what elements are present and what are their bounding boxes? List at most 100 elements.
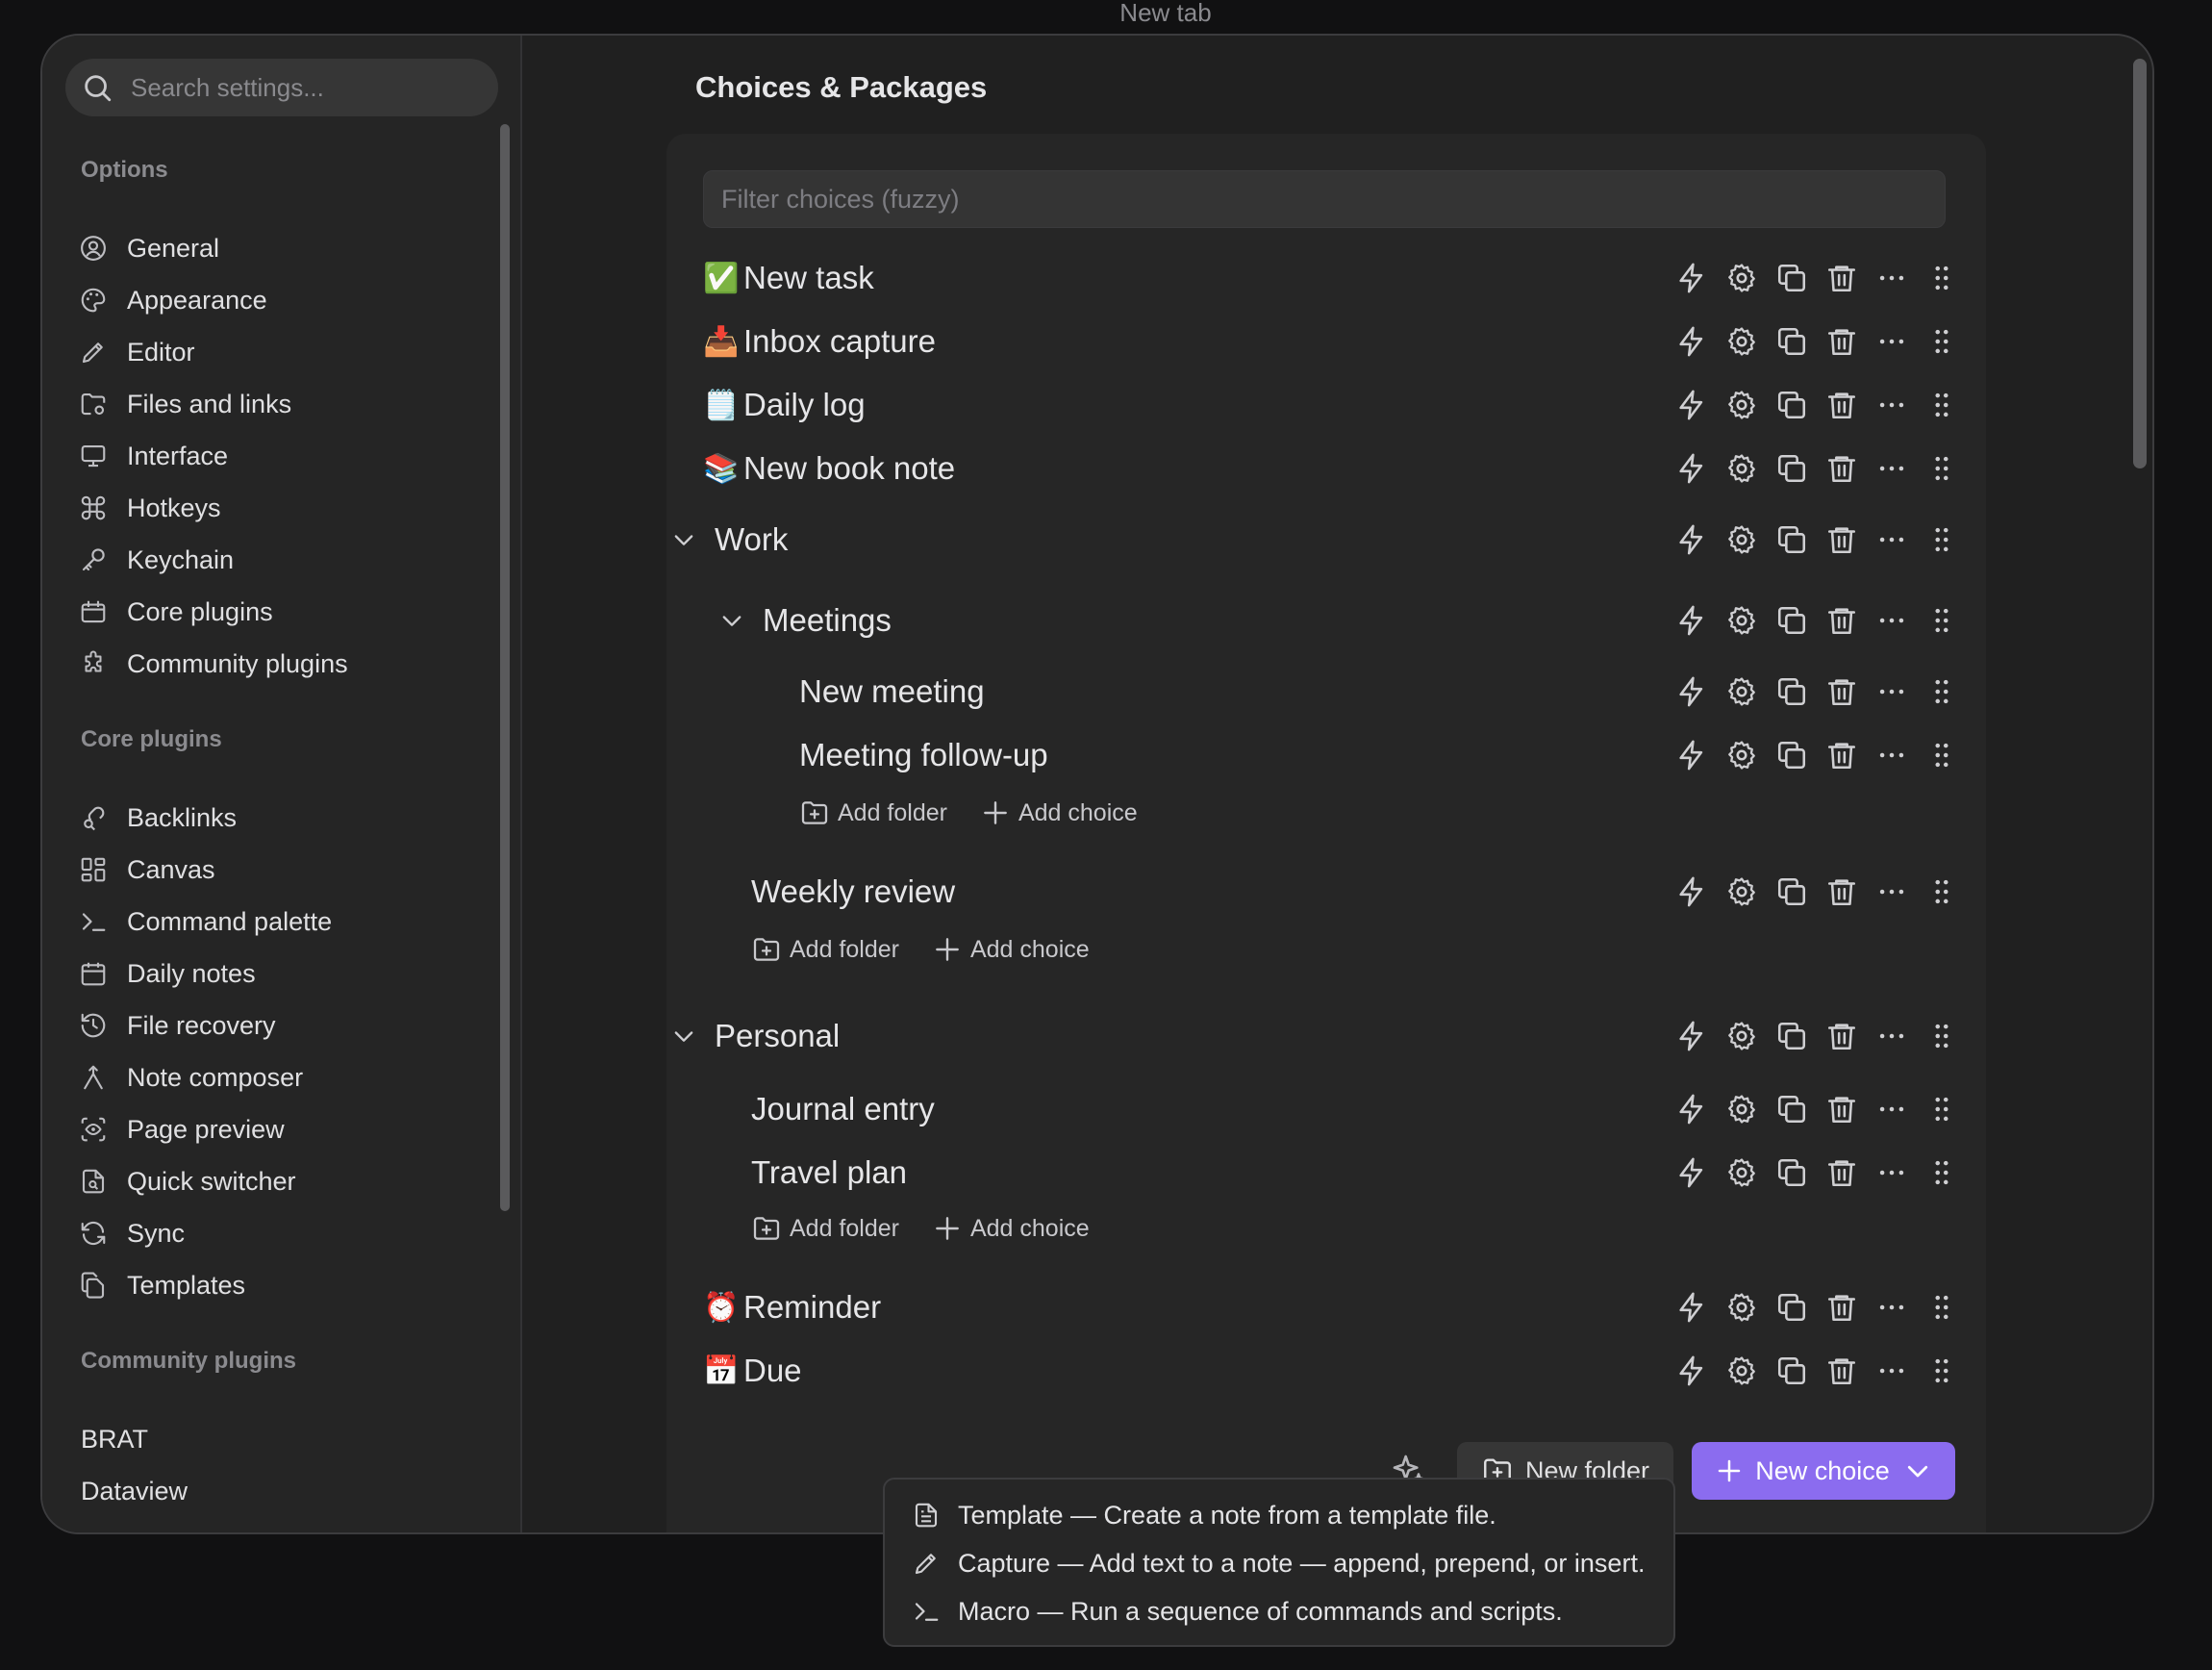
sidebar-item-folder-notes[interactable]: Folder notes <box>79 1517 483 1533</box>
duplicate-button[interactable] <box>1767 736 1817 774</box>
drag-handle[interactable] <box>1917 386 1967 424</box>
sidebar-item-interface[interactable]: Interface <box>79 430 483 482</box>
sidebar-item-dataview[interactable]: Dataview <box>79 1465 483 1517</box>
delete-button[interactable] <box>1817 1017 1867 1055</box>
run-button[interactable] <box>1667 1090 1717 1128</box>
add-choice-button[interactable]: Add choice <box>932 934 1090 965</box>
sidebar-item-core-plugins[interactable]: Core plugins <box>79 586 483 638</box>
folder-label[interactable]: Work <box>715 521 788 558</box>
more-button[interactable] <box>1867 1090 1917 1128</box>
choice-label[interactable]: Due <box>743 1353 802 1389</box>
settings-button[interactable] <box>1717 322 1767 361</box>
sidebar-item-daily-notes[interactable]: Daily notes <box>79 948 483 999</box>
run-button[interactable] <box>1667 601 1717 640</box>
delete-button[interactable] <box>1817 1288 1867 1327</box>
sidebar-item-templates[interactable]: Templates <box>79 1259 483 1311</box>
delete-button[interactable] <box>1817 1153 1867 1192</box>
duplicate-button[interactable] <box>1767 1090 1817 1128</box>
sidebar-item-backlinks[interactable]: Backlinks <box>79 792 483 844</box>
add-choice-button[interactable]: Add choice <box>980 797 1138 828</box>
drag-handle[interactable] <box>1917 736 1967 774</box>
duplicate-button[interactable] <box>1767 449 1817 488</box>
more-button[interactable] <box>1867 1017 1917 1055</box>
drag-handle[interactable] <box>1917 322 1967 361</box>
more-button[interactable] <box>1867 601 1917 640</box>
sidebar-item-files-and-links[interactable]: Files and links <box>79 378 483 430</box>
delete-button[interactable] <box>1817 259 1867 297</box>
delete-button[interactable] <box>1817 449 1867 488</box>
run-button[interactable] <box>1667 386 1717 424</box>
sidebar-item-hotkeys[interactable]: Hotkeys <box>79 482 483 534</box>
run-button[interactable] <box>1667 736 1717 774</box>
drag-handle[interactable] <box>1917 1352 1967 1390</box>
run-button[interactable] <box>1667 873 1717 911</box>
settings-button[interactable] <box>1717 1352 1767 1390</box>
run-button[interactable] <box>1667 672 1717 711</box>
chevron-down-icon[interactable] <box>670 526 697 553</box>
drag-handle[interactable] <box>1917 520 1967 559</box>
sidebar-scrollbar[interactable] <box>500 124 510 1211</box>
delete-button[interactable] <box>1817 873 1867 911</box>
drag-handle[interactable] <box>1917 873 1967 911</box>
more-button[interactable] <box>1867 449 1917 488</box>
sidebar-item-general[interactable]: General <box>79 222 483 274</box>
choice-label[interactable]: Reminder <box>743 1289 881 1326</box>
duplicate-button[interactable] <box>1767 386 1817 424</box>
run-button[interactable] <box>1667 259 1717 297</box>
drag-handle[interactable] <box>1917 449 1967 488</box>
delete-button[interactable] <box>1817 1090 1867 1128</box>
run-button[interactable] <box>1667 1017 1717 1055</box>
more-button[interactable] <box>1867 1288 1917 1327</box>
chevron-down-icon[interactable] <box>670 1023 697 1050</box>
choice-label[interactable]: Meeting follow-up <box>799 737 1048 773</box>
more-button[interactable] <box>1867 1153 1917 1192</box>
sidebar-item-page-preview[interactable]: Page preview <box>79 1103 483 1155</box>
settings-button[interactable] <box>1717 386 1767 424</box>
add-folder-button[interactable]: Add folder <box>751 1213 899 1244</box>
menu-item-capture[interactable]: Capture — Add text to a note — append, p… <box>885 1539 1673 1587</box>
more-button[interactable] <box>1867 520 1917 559</box>
add-folder-button[interactable]: Add folder <box>751 934 899 965</box>
drag-handle[interactable] <box>1917 672 1967 711</box>
settings-button[interactable] <box>1717 520 1767 559</box>
search-input[interactable] <box>131 72 477 103</box>
drag-handle[interactable] <box>1917 1288 1967 1327</box>
delete-button[interactable] <box>1817 736 1867 774</box>
sidebar-item-note-composer[interactable]: Note composer <box>79 1051 483 1103</box>
drag-handle[interactable] <box>1917 601 1967 640</box>
choice-label[interactable]: New meeting <box>799 673 985 710</box>
delete-button[interactable] <box>1817 520 1867 559</box>
more-button[interactable] <box>1867 736 1917 774</box>
drag-handle[interactable] <box>1917 1153 1967 1192</box>
choice-label[interactable]: Inbox capture <box>743 323 936 360</box>
settings-button[interactable] <box>1717 1017 1767 1055</box>
settings-button[interactable] <box>1717 1090 1767 1128</box>
delete-button[interactable] <box>1817 322 1867 361</box>
more-button[interactable] <box>1867 322 1917 361</box>
sidebar-item-file-recovery[interactable]: File recovery <box>79 999 483 1051</box>
duplicate-button[interactable] <box>1767 520 1817 559</box>
duplicate-button[interactable] <box>1767 322 1817 361</box>
settings-button[interactable] <box>1717 449 1767 488</box>
run-button[interactable] <box>1667 1288 1717 1327</box>
menu-item-macro[interactable]: Macro — Run a sequence of commands and s… <box>885 1587 1673 1635</box>
folder-label[interactable]: Meetings <box>763 602 892 639</box>
more-button[interactable] <box>1867 873 1917 911</box>
duplicate-button[interactable] <box>1767 601 1817 640</box>
folder-label[interactable]: Personal <box>715 1018 840 1054</box>
run-button[interactable] <box>1667 322 1717 361</box>
settings-button[interactable] <box>1717 672 1767 711</box>
duplicate-button[interactable] <box>1767 1153 1817 1192</box>
drag-handle[interactable] <box>1917 1090 1967 1128</box>
main-scrollbar[interactable] <box>2133 59 2147 468</box>
duplicate-button[interactable] <box>1767 1352 1817 1390</box>
sidebar-item-command-palette[interactable]: Command palette <box>79 896 483 948</box>
run-button[interactable] <box>1667 1153 1717 1192</box>
add-choice-button[interactable]: Add choice <box>932 1213 1090 1244</box>
delete-button[interactable] <box>1817 601 1867 640</box>
add-folder-button[interactable]: Add folder <box>799 797 947 828</box>
duplicate-button[interactable] <box>1767 1017 1817 1055</box>
settings-button[interactable] <box>1717 1153 1767 1192</box>
settings-button[interactable] <box>1717 873 1767 911</box>
choice-label[interactable]: Weekly review <box>751 873 955 910</box>
